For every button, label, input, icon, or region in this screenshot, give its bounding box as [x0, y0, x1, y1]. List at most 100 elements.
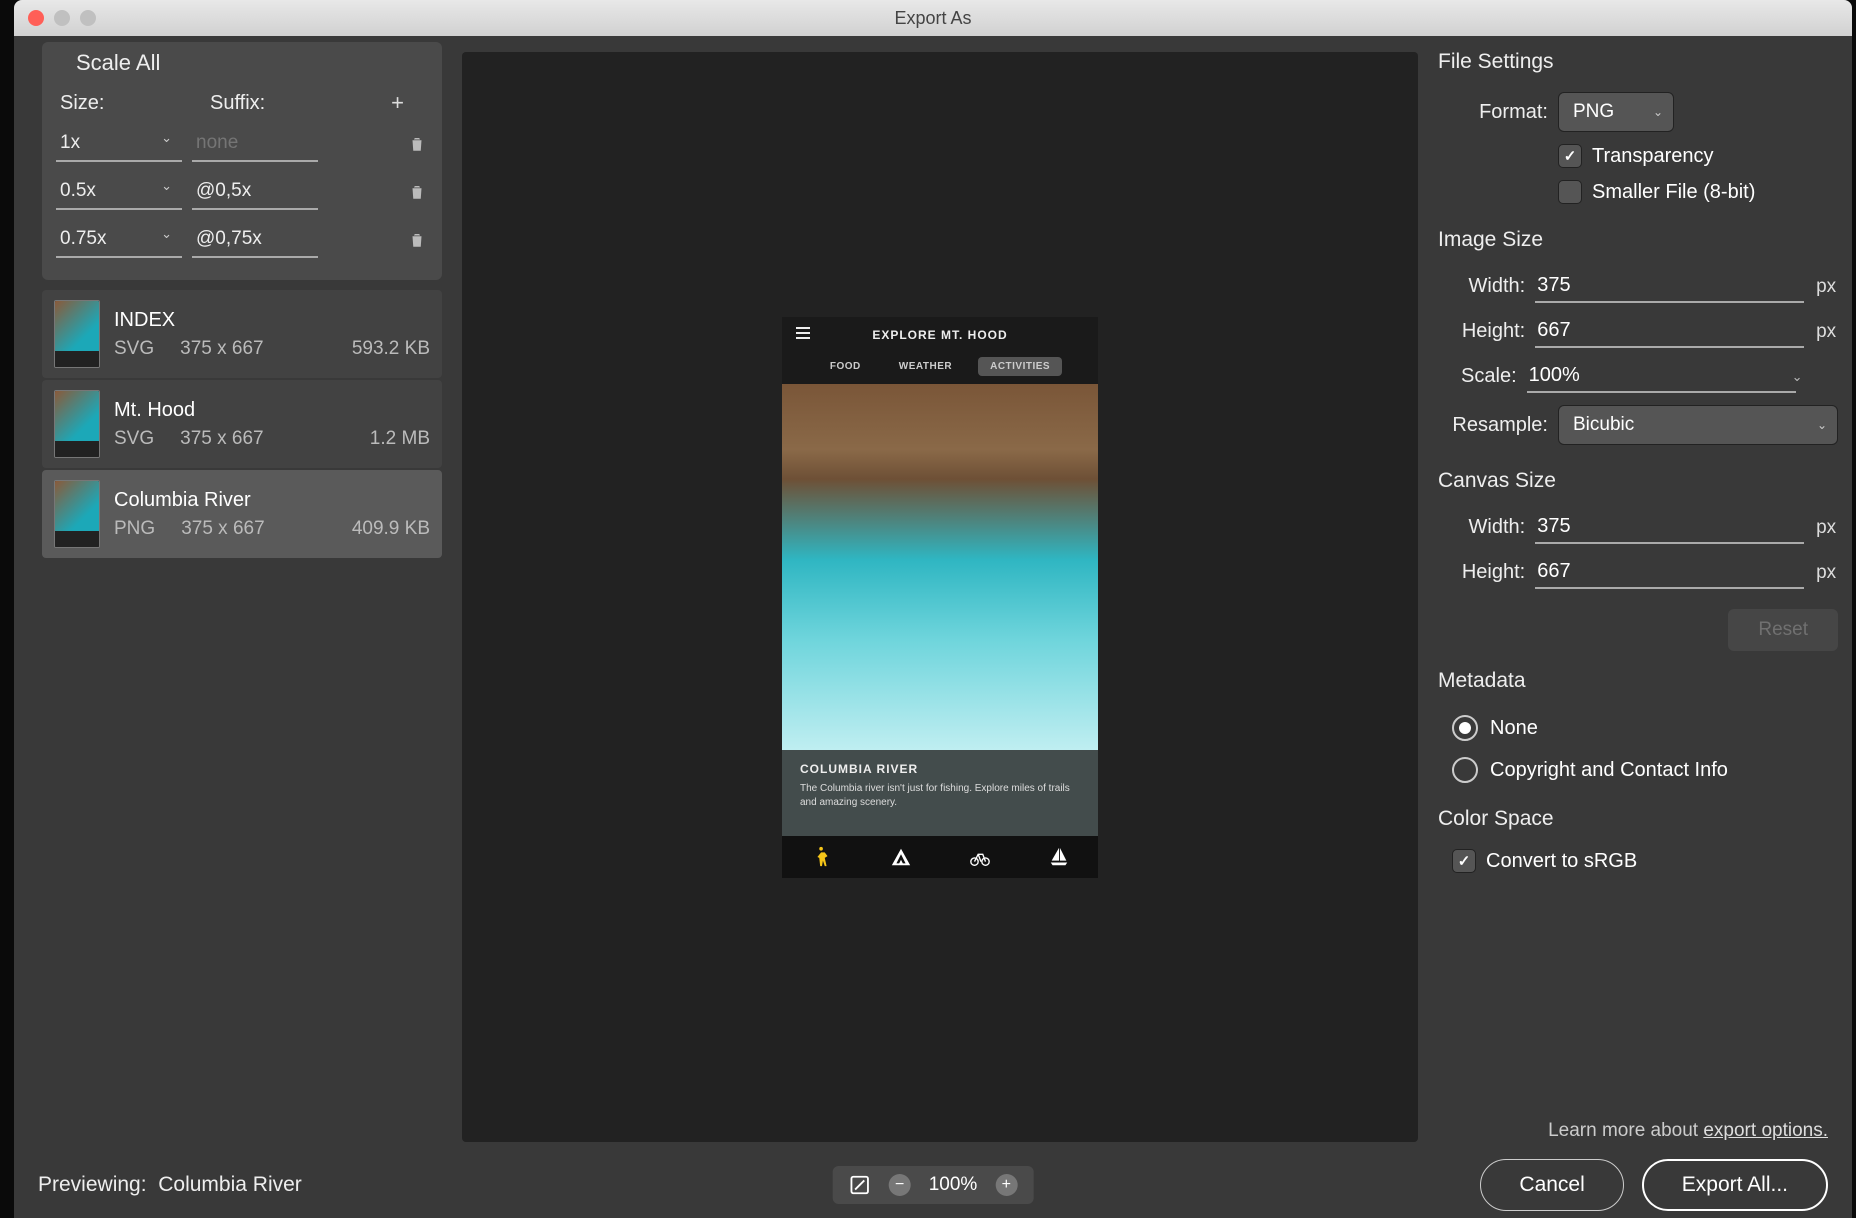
canvas-width-unit: px — [1814, 517, 1838, 539]
reset-button[interactable]: Reset — [1728, 609, 1838, 651]
transparency-checkbox[interactable] — [1558, 144, 1582, 168]
height-input[interactable] — [1535, 315, 1804, 348]
canvas-height-input[interactable] — [1535, 556, 1804, 589]
scale-value[interactable] — [56, 222, 182, 258]
smaller-file-checkbox[interactable] — [1558, 180, 1582, 204]
width-unit: px — [1814, 276, 1838, 298]
format-value: PNG — [1573, 101, 1614, 122]
hamburger-icon — [796, 327, 810, 339]
scale-select[interactable]: ⌄ — [56, 222, 174, 258]
tent-icon — [890, 846, 912, 868]
asset-filesize: 1.2 MB — [370, 428, 430, 450]
format-select[interactable]: PNG ⌄ — [1558, 92, 1674, 132]
size-label: Size: — [60, 92, 210, 115]
scale-row: ⌄ — [54, 120, 430, 168]
scale-row: ⌄ — [54, 168, 430, 216]
mock-header: EXPLORE MT. HOOD — [782, 317, 1098, 353]
export-as-dialog: Export As Scale All Size: Suffix: + ⌄ — [14, 0, 1852, 1218]
export-all-button[interactable]: Export All... — [1642, 1159, 1828, 1211]
convert-srgb-label: Convert to sRGB — [1486, 850, 1637, 873]
scale-select[interactable]: ⌄ — [56, 174, 174, 210]
suffix-input[interactable] — [192, 222, 318, 258]
mock-hero-image — [782, 384, 1098, 750]
resample-label: Resample: — [1438, 414, 1548, 437]
asset-thumbnail — [54, 480, 100, 548]
asset-dims: 375 x 667 — [181, 518, 326, 540]
canvas-height-unit: px — [1814, 562, 1838, 584]
mock-title: EXPLORE MT. HOOD — [872, 328, 1007, 342]
scale-select[interactable]: ⌄ — [56, 126, 174, 162]
image-size-title: Image Size — [1438, 228, 1838, 252]
sailboat-icon — [1048, 846, 1070, 868]
zoom-controls: − 100% + — [833, 1166, 1034, 1204]
convert-srgb-checkbox[interactable] — [1452, 849, 1476, 873]
mock-tab-weather: WEATHER — [887, 357, 964, 376]
hiker-icon — [811, 846, 833, 868]
mock-card-title: COLUMBIA RIVER — [800, 762, 1080, 776]
bicycle-icon — [969, 846, 991, 868]
resample-select[interactable]: Bicubic ⌄ — [1558, 405, 1838, 445]
delete-row-icon[interactable] — [406, 181, 428, 203]
delete-row-icon[interactable] — [406, 133, 428, 155]
previewing-label: Previewing: Columbia River — [38, 1173, 302, 1197]
learn-more-link[interactable]: export options. — [1703, 1120, 1828, 1141]
artboard-preview: EXPLORE MT. HOOD FOOD WEATHER ACTIVITIES… — [782, 317, 1098, 878]
metadata-none-radio[interactable] — [1452, 715, 1478, 741]
preview-panel: EXPLORE MT. HOOD FOOD WEATHER ACTIVITIES… — [462, 52, 1418, 1142]
suffix-input[interactable] — [192, 174, 318, 210]
asset-format: PNG — [114, 518, 155, 540]
asset-thumbnail — [54, 390, 100, 458]
learn-more-row: Learn more about export options. — [1438, 1096, 1838, 1152]
scale-value[interactable] — [56, 174, 182, 210]
canvas-width-label: Width: — [1438, 516, 1525, 539]
width-label: Width: — [1438, 275, 1525, 298]
asset-name: Mt. Hood — [114, 399, 430, 422]
zoom-in-icon[interactable]: + — [995, 1174, 1017, 1196]
asset-item-mt-hood[interactable]: Mt. Hood SVG 375 x 667 1.2 MB — [42, 380, 442, 468]
scale-all-title: Scale All — [76, 50, 430, 76]
asset-format: SVG — [114, 428, 154, 450]
right-panel: File Settings Format: PNG ⌄ Transparency… — [1438, 42, 1842, 1152]
chevron-down-icon[interactable]: ⌄ — [1792, 369, 1803, 385]
title-bar: Export As — [14, 0, 1852, 36]
delete-row-icon[interactable] — [406, 229, 428, 251]
asset-format: SVG — [114, 338, 154, 360]
chevron-down-icon: ⌄ — [1653, 105, 1663, 119]
asset-item-index[interactable]: INDEX SVG 375 x 667 593.2 KB — [42, 290, 442, 378]
resample-value: Bicubic — [1573, 414, 1634, 435]
zoom-value: 100% — [929, 1174, 978, 1196]
mock-caption: COLUMBIA RIVER The Columbia river isn't … — [782, 750, 1098, 836]
bottom-bar: Previewing: Columbia River − 100% + Canc… — [14, 1152, 1852, 1218]
metadata-copyright-radio[interactable] — [1452, 757, 1478, 783]
zoom-out-icon[interactable]: − — [889, 1174, 911, 1196]
height-label: Height: — [1438, 320, 1525, 343]
previewing-name: Columbia River — [158, 1173, 302, 1196]
left-panel: Scale All Size: Suffix: + ⌄ — [42, 42, 442, 1152]
format-label: Format: — [1438, 101, 1548, 124]
canvas-width-input[interactable] — [1535, 511, 1804, 544]
mock-bottom-nav — [782, 836, 1098, 878]
fit-screen-icon[interactable] — [849, 1174, 871, 1196]
color-space-title: Color Space — [1438, 807, 1838, 831]
metadata-copyright-label: Copyright and Contact Info — [1490, 759, 1728, 782]
asset-filesize: 409.9 KB — [352, 518, 430, 540]
scale-value[interactable] — [56, 126, 182, 162]
scale-input[interactable] — [1527, 360, 1796, 393]
suffix-input[interactable] — [192, 126, 318, 162]
mock-tabs: FOOD WEATHER ACTIVITIES — [782, 353, 1098, 384]
chevron-down-icon: ⌄ — [1817, 418, 1827, 432]
metadata-none-label: None — [1490, 717, 1538, 740]
canvas-height-label: Height: — [1438, 561, 1525, 584]
asset-name: INDEX — [114, 309, 430, 332]
scale-header-row: Size: Suffix: + — [54, 82, 430, 120]
file-settings-title: File Settings — [1438, 50, 1838, 74]
add-scale-icon[interactable]: + — [391, 90, 404, 116]
cancel-button[interactable]: Cancel — [1480, 1159, 1623, 1211]
mock-tab-food: FOOD — [818, 357, 873, 376]
mock-tab-activities: ACTIVITIES — [978, 357, 1062, 376]
asset-item-columbia-river[interactable]: Columbia River PNG 375 x 667 409.9 KB — [42, 470, 442, 558]
width-input[interactable] — [1535, 270, 1804, 303]
scale-row: ⌄ — [54, 216, 430, 264]
asset-name: Columbia River — [114, 489, 430, 512]
metadata-title: Metadata — [1438, 669, 1838, 693]
